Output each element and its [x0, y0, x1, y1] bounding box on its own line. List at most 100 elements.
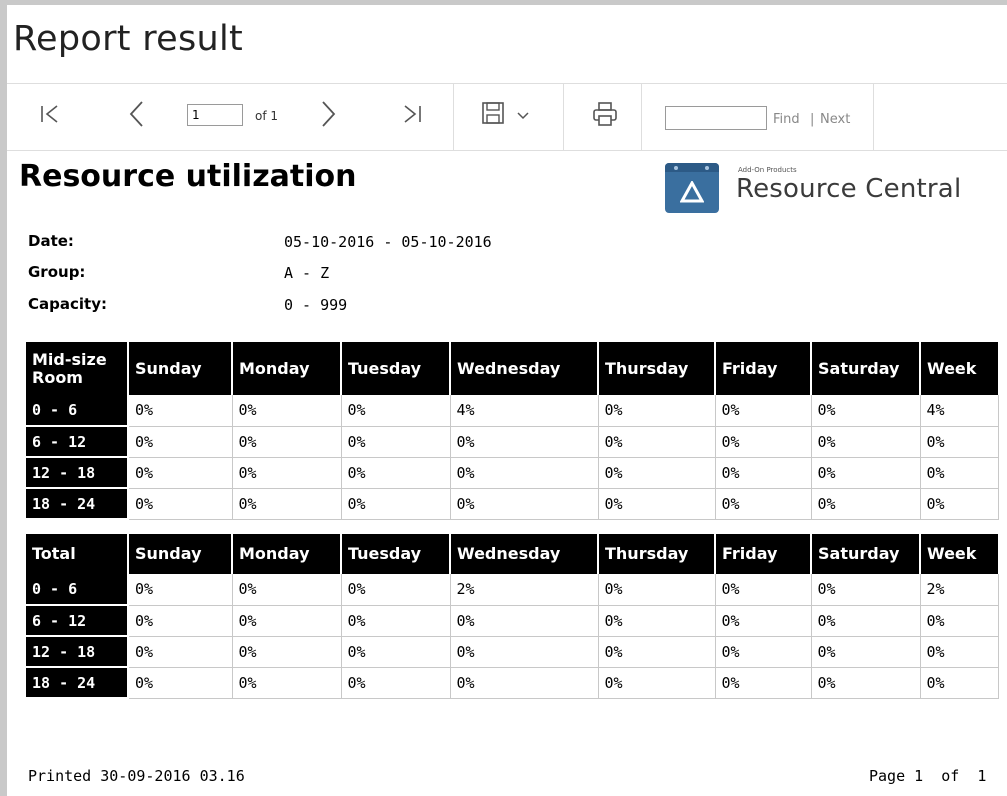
- last-page-icon[interactable]: [401, 102, 423, 126]
- table-cell: 0%: [598, 457, 716, 489]
- row-label: 12 - 18: [26, 636, 129, 668]
- column-header: Thursday: [598, 534, 716, 574]
- row-label: 0 - 6: [26, 395, 129, 427]
- table-header-row: Total Sunday Monday Tuesday Wednesday Th…: [26, 534, 998, 574]
- table-cell: 0%: [715, 605, 812, 637]
- date-value: 05-10-2016 - 05-10-2016: [284, 233, 492, 251]
- table-cell: 0%: [715, 488, 812, 520]
- table-cell: 0%: [232, 488, 342, 520]
- table-cell: 0%: [450, 426, 599, 458]
- printed-timestamp: Printed 30-09-2016 03.16: [28, 767, 245, 785]
- column-header: Wednesday: [450, 342, 599, 395]
- table-cell: 0%: [811, 488, 921, 520]
- column-header: Monday: [232, 534, 342, 574]
- table-cell: 4%: [450, 395, 599, 427]
- table-cell: 0%: [128, 488, 233, 520]
- date-label: Date:: [28, 232, 74, 250]
- toolbar-divider: [563, 84, 564, 150]
- previous-page-icon[interactable]: [128, 99, 146, 129]
- save-icon[interactable]: [481, 100, 505, 126]
- table-cell: 0%: [450, 457, 599, 489]
- find-link[interactable]: Find: [773, 112, 800, 127]
- table-cell: 0%: [811, 636, 921, 668]
- table-cell: 0%: [598, 488, 716, 520]
- table-cell: 0%: [715, 636, 812, 668]
- table-cell: 0%: [920, 605, 999, 637]
- table-cell: 0%: [450, 488, 599, 520]
- logo-tagline: Add-On Products: [738, 166, 797, 174]
- column-header: Sunday: [128, 534, 233, 574]
- table-cell: 0%: [232, 457, 342, 489]
- column-header: Total: [26, 534, 129, 574]
- table-cell: 0%: [341, 426, 451, 458]
- table-cell: 0%: [341, 395, 451, 427]
- table-cell: 0%: [128, 457, 233, 489]
- first-page-icon[interactable]: [39, 102, 61, 126]
- table-cell: 0%: [598, 426, 716, 458]
- table-cell: 0%: [341, 667, 451, 699]
- chevron-down-icon[interactable]: [516, 111, 530, 121]
- column-header: Mid-size Room: [26, 342, 129, 395]
- table-cell: 0%: [128, 605, 233, 637]
- table-row: 12 - 18 0% 0% 0% 0% 0% 0% 0% 0%: [26, 636, 999, 668]
- page-number-input[interactable]: [187, 104, 243, 126]
- table-row: 6 - 12 0% 0% 0% 0% 0% 0% 0% 0%: [26, 426, 999, 458]
- table-cell: 0%: [450, 605, 599, 637]
- table-cell: 0%: [341, 457, 451, 489]
- table-cell: 0%: [232, 667, 342, 699]
- column-header: Week: [920, 342, 998, 395]
- table-cell: 0%: [232, 574, 342, 606]
- next-link[interactable]: Next: [820, 112, 850, 127]
- table-cell: 0%: [341, 605, 451, 637]
- toolbar-divider: [641, 84, 642, 150]
- table-cell: 0%: [811, 457, 921, 489]
- table-cell: 0%: [811, 395, 921, 427]
- toolbar-divider: [453, 84, 454, 150]
- table-cell: 0%: [128, 636, 233, 668]
- table-header-row: Mid-size Room Sunday Monday Tuesday Wedn…: [26, 342, 998, 395]
- column-header: Saturday: [811, 534, 921, 574]
- table-row: 0 - 6 0% 0% 0% 4% 0% 0% 0% 4%: [26, 395, 999, 427]
- table-cell: 0%: [450, 636, 599, 668]
- mid-size-room-table: Mid-size Room Sunday Monday Tuesday Wedn…: [26, 342, 999, 520]
- print-icon[interactable]: [591, 100, 619, 128]
- table-cell: 0%: [341, 488, 451, 520]
- table-row: 18 - 24 0% 0% 0% 0% 0% 0% 0% 0%: [26, 667, 999, 699]
- toolbar-divider: [873, 84, 874, 150]
- next-page-icon[interactable]: [319, 99, 337, 129]
- table-row: 0 - 6 0% 0% 0% 2% 0% 0% 0% 2%: [26, 574, 999, 606]
- row-label: 18 - 24: [26, 488, 129, 520]
- table-cell: 0%: [598, 574, 716, 606]
- find-input[interactable]: [665, 106, 767, 130]
- table-cell: 0%: [715, 426, 812, 458]
- table-cell: 0%: [811, 605, 921, 637]
- table-cell: 0%: [598, 395, 716, 427]
- table-cell: 0%: [341, 574, 451, 606]
- page-title: Report result: [13, 19, 244, 59]
- table-cell: 0%: [128, 395, 233, 427]
- logo-wordmark: Resource Central: [736, 174, 962, 204]
- table-cell: 0%: [598, 605, 716, 637]
- table-cell: 4%: [920, 395, 999, 427]
- table-cell: 0%: [920, 636, 999, 668]
- find-separator: |: [810, 112, 815, 127]
- row-label: 0 - 6: [26, 574, 129, 606]
- table-cell: 0%: [715, 667, 812, 699]
- table-cell: 0%: [715, 395, 812, 427]
- table-cell: 0%: [232, 426, 342, 458]
- table-cell: 0%: [811, 667, 921, 699]
- row-label: 6 - 12: [26, 605, 129, 637]
- column-header: Monday: [232, 342, 342, 395]
- table-cell: 0%: [128, 426, 233, 458]
- total-table: Total Sunday Monday Tuesday Wednesday Th…: [26, 534, 999, 699]
- report-toolbar: of 1 Find | Next: [7, 83, 1007, 151]
- column-header: Friday: [715, 342, 812, 395]
- table-cell: 0%: [715, 574, 812, 606]
- table-cell: 2%: [920, 574, 999, 606]
- column-header: Tuesday: [341, 534, 451, 574]
- table-cell: 0%: [920, 667, 999, 699]
- table-cell: 0%: [232, 605, 342, 637]
- page-count-label: of 1: [255, 109, 279, 123]
- table-cell: 0%: [232, 636, 342, 668]
- table-cell: 0%: [232, 395, 342, 427]
